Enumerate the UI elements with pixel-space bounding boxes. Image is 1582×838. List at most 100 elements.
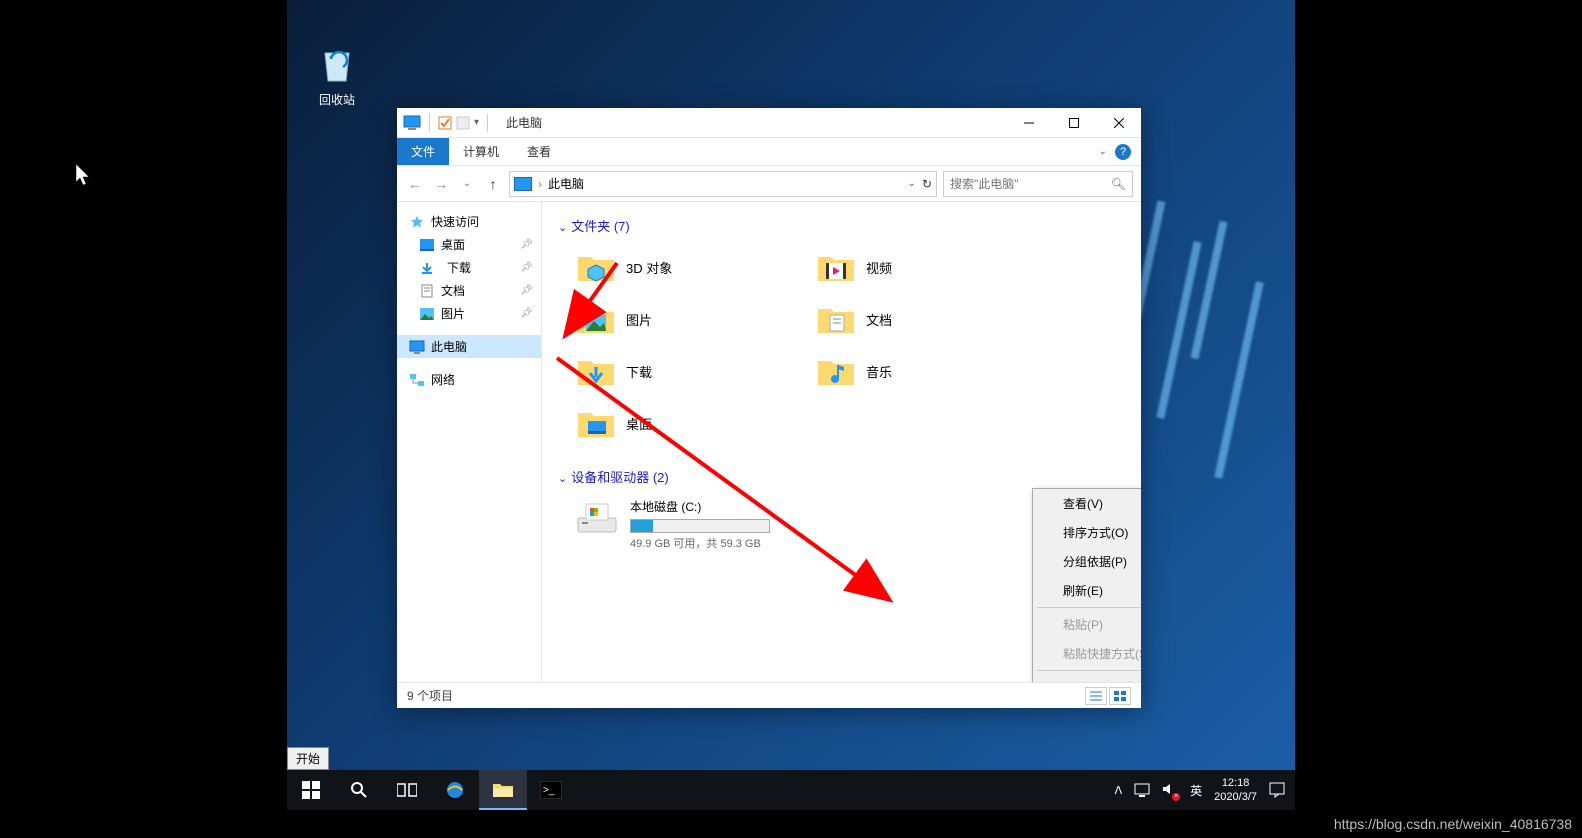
folder-3d-objects[interactable]: 3D 对象 — [572, 243, 772, 291]
ribbon-tabs: 文件 计算机 查看 ⌄ ? — [397, 138, 1141, 166]
folder-label: 下载 — [626, 362, 652, 381]
folder-label: 视频 — [866, 258, 892, 277]
drive-space-text: 49.9 GB 可用，共 59.3 GB — [630, 535, 770, 551]
context-menu-refresh[interactable]: 刷新(E) — [1033, 576, 1141, 605]
drive-name: 本地磁盘 (C:) — [630, 498, 770, 515]
checkbox-icon[interactable] — [438, 116, 452, 130]
watermark-text: https://blog.csdn.net/weixin_40816738 — [1334, 816, 1572, 832]
folder-label: 图片 — [626, 310, 652, 329]
folder-documents[interactable]: 文档 — [812, 295, 1012, 343]
nav-back-button[interactable]: ← — [405, 174, 425, 194]
folder-icon — [576, 247, 616, 287]
pc-icon — [514, 177, 532, 191]
folder-pictures[interactable]: 图片 — [572, 295, 772, 343]
sidebar-label: 网络 — [431, 371, 455, 388]
sidebar-label: 快速访问 — [431, 213, 479, 230]
folder-icon — [576, 403, 616, 443]
help-icon[interactable]: ? — [1115, 144, 1131, 160]
status-item-count: 9 个项目 — [407, 687, 453, 704]
pin-icon: 📌︎ — [520, 308, 533, 319]
context-menu-group[interactable]: 分组依据(P)› — [1033, 547, 1141, 576]
star-icon — [409, 214, 425, 230]
drives-section-header[interactable]: 设备和驱动器 (2) — [558, 467, 1125, 486]
taskbar-explorer-button[interactable] — [479, 770, 527, 810]
maximize-button[interactable] — [1051, 108, 1096, 138]
sidebar-item-downloads[interactable]: 下载 📌︎ — [397, 256, 541, 279]
search-button[interactable] — [335, 770, 383, 810]
network-tray-icon[interactable] — [1134, 783, 1150, 797]
view-large-icons-button[interactable] — [1109, 687, 1131, 705]
drive-space-bar — [630, 519, 770, 533]
recycle-bin-desktop-icon[interactable]: 回收站 — [307, 45, 367, 108]
wallpaper-light-decoration — [1145, 200, 1445, 600]
address-bar[interactable]: › 此电脑 ⌄ ↻ — [509, 171, 937, 197]
folder-videos[interactable]: 视频 — [812, 243, 1012, 291]
pin-icon: 📌︎ — [520, 262, 533, 273]
folder-desktop[interactable]: 桌面 — [572, 399, 772, 447]
minimize-button[interactable] — [1006, 108, 1051, 138]
drive-icon — [576, 498, 618, 538]
address-dropdown-icon[interactable]: ⌄ — [908, 178, 916, 189]
context-menu-add-network[interactable]: 添加一个网络位置(L) — [1033, 673, 1141, 682]
context-menu-separator — [1037, 670, 1141, 671]
action-center-icon[interactable] — [1269, 782, 1285, 798]
nav-history-dropdown[interactable]: ⌄ — [457, 174, 477, 194]
task-view-button[interactable] — [383, 770, 431, 810]
sidebar-item-quick-access[interactable]: 快速访问 — [397, 210, 541, 233]
desktop-icon — [419, 237, 435, 253]
breadcrumb-current[interactable]: 此电脑 — [548, 175, 584, 192]
ime-indicator[interactable]: 英 — [1190, 782, 1202, 799]
search-input[interactable] — [950, 177, 1111, 191]
context-menu: 查看(V)› 排序方式(O)› 分组依据(P)› 刷新(E) 粘贴(P) 粘贴快… — [1032, 488, 1141, 682]
taskbar-clock[interactable]: 12:18 2020/3/7 — [1214, 776, 1257, 805]
tab-computer[interactable]: 计算机 — [449, 138, 513, 165]
folders-section-header[interactable]: 文件夹 (7) — [558, 216, 1125, 235]
folder-icon — [576, 351, 616, 391]
breadcrumb-separator-icon: › — [538, 177, 542, 191]
context-menu-paste: 粘贴(P) — [1033, 610, 1141, 639]
folder-icon — [816, 299, 856, 339]
search-icon[interactable]: 🔍︎ — [1111, 177, 1126, 191]
clock-date: 2020/3/7 — [1214, 790, 1257, 804]
volume-tray-icon[interactable]: × — [1162, 782, 1178, 799]
context-menu-view[interactable]: 查看(V)› — [1033, 489, 1141, 518]
sidebar-item-desktop[interactable]: 桌面 📌︎ — [397, 233, 541, 256]
content-area[interactable]: 文件夹 (7) 3D 对象 视频 图片 — [542, 202, 1141, 682]
qat-dropdown-icon[interactable]: ▾ — [474, 117, 479, 128]
nav-forward-button[interactable]: → — [431, 174, 451, 194]
system-tray: ᐱ × 英 12:18 2020/3/7 — [1105, 776, 1295, 805]
titlebar[interactable]: ▾ 此电脑 — [397, 108, 1141, 138]
folder-downloads[interactable]: 下载 — [572, 347, 772, 395]
sidebar-item-pictures[interactable]: 图片 📌︎ — [397, 302, 541, 325]
taskbar: >_ ᐱ × 英 12:18 2020/3/7 — [287, 770, 1295, 810]
folder-label: 桌面 — [626, 414, 652, 433]
quick-access-toolbar: ▾ — [397, 114, 498, 132]
sidebar-item-network[interactable]: 网络 — [397, 368, 541, 391]
close-button[interactable] — [1096, 108, 1141, 138]
clock-time: 12:18 — [1214, 776, 1257, 790]
view-details-button[interactable] — [1085, 687, 1107, 705]
tab-file[interactable]: 文件 — [397, 138, 449, 165]
ribbon-collapse-icon[interactable]: ⌄ — [1099, 146, 1107, 157]
pin-icon: 📌︎ — [520, 285, 533, 296]
start-button[interactable] — [287, 770, 335, 810]
pc-icon — [403, 115, 421, 131]
folder-music[interactable]: 音乐 — [812, 347, 1012, 395]
folder-label: 3D 对象 — [626, 258, 672, 277]
context-menu-separator — [1037, 607, 1141, 608]
context-menu-sort[interactable]: 排序方式(O)› — [1033, 518, 1141, 547]
nav-up-button[interactable]: ↑ — [483, 174, 503, 194]
sidebar-item-documents[interactable]: 文档 📌︎ — [397, 279, 541, 302]
refresh-button[interactable]: ↻ — [922, 177, 932, 191]
tab-view[interactable]: 查看 — [513, 138, 565, 165]
folder-label: 音乐 — [866, 362, 892, 381]
picture-icon — [419, 306, 435, 322]
dropdown-icon[interactable] — [456, 116, 470, 130]
taskbar-ie-button[interactable] — [431, 770, 479, 810]
document-icon — [419, 283, 435, 299]
sidebar-item-this-pc[interactable]: 此电脑 — [397, 335, 541, 358]
taskbar-cmd-button[interactable]: >_ — [527, 770, 575, 810]
tray-expand-icon[interactable]: ᐱ — [1115, 784, 1123, 797]
recycle-bin-label: 回收站 — [307, 91, 367, 108]
search-box[interactable]: 🔍︎ — [943, 171, 1133, 197]
